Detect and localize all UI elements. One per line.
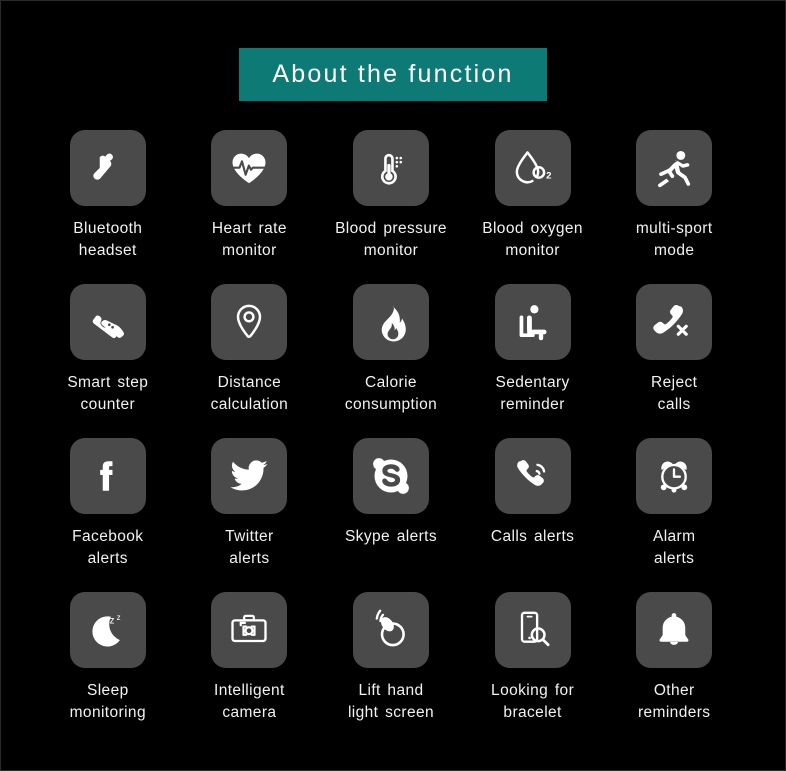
- feature-label: Other reminders: [637, 682, 711, 721]
- thermometer-icon[interactable]: [352, 130, 429, 206]
- facebook-icon[interactable]: [69, 438, 146, 514]
- feature-item[interactable]: Calls alerts: [462, 438, 604, 592]
- feature-item[interactable]: Heart rate monitor: [179, 130, 321, 284]
- feature-item[interactable]: Facebook alerts: [37, 438, 179, 592]
- feature-label: Skype alerts: [344, 528, 438, 545]
- bluetooth-headset-icon[interactable]: [69, 130, 146, 206]
- skype-icon[interactable]: [352, 438, 429, 514]
- feature-label: Calorie consumption: [344, 374, 438, 413]
- feature-item[interactable]: Alarm alerts: [603, 438, 745, 592]
- feature-item[interactable]: Looking for bracelet: [462, 592, 604, 746]
- feature-item[interactable]: Smart step counter: [37, 284, 179, 438]
- feature-label: Heart rate monitor: [211, 220, 287, 259]
- feature-label: multi-sport mode: [635, 220, 713, 259]
- svg-text:z: z: [109, 616, 114, 627]
- feature-label: Twitter alerts: [225, 528, 274, 567]
- title-banner-container: About the function: [1, 1, 785, 101]
- feature-label: Smart step counter: [67, 374, 149, 413]
- feature-grid: Bluetooth headset Heart rate monitor Blo…: [1, 130, 785, 746]
- map-pin-icon[interactable]: [211, 284, 288, 360]
- feature-label: Distance calculation: [210, 374, 289, 413]
- lift-hand-watch-icon[interactable]: [352, 592, 429, 668]
- feature-label: Sleep monitoring: [69, 682, 146, 721]
- phone-reject-icon[interactable]: [636, 284, 713, 360]
- shoe-icon[interactable]: [69, 284, 146, 360]
- phone-search-icon[interactable]: [494, 592, 571, 668]
- feature-label: Blood oxygen monitor: [482, 220, 583, 259]
- flame-icon[interactable]: [352, 284, 429, 360]
- sitting-person-icon[interactable]: [494, 284, 571, 360]
- feature-label: Calls alerts: [490, 528, 575, 545]
- feature-label: Reject calls: [651, 374, 698, 413]
- feature-item[interactable]: Intelligent camera: [179, 592, 321, 746]
- feature-item[interactable]: multi-sport mode: [603, 130, 745, 284]
- feature-item[interactable]: Other reminders: [603, 592, 745, 746]
- feature-item[interactable]: Bluetooth headset: [37, 130, 179, 284]
- feature-list-page: About the function Bluetooth headset Hea…: [0, 0, 786, 771]
- moon-sleep-icon[interactable]: z z: [69, 592, 146, 668]
- feature-label: Blood pressure monitor: [335, 220, 447, 259]
- bell-icon[interactable]: [636, 592, 713, 668]
- feature-label: Intelligent camera: [214, 682, 285, 721]
- feature-label: Lift hand light screen: [347, 682, 435, 721]
- feature-label: Looking for bracelet: [491, 682, 575, 721]
- feature-item[interactable]: Skype alerts: [320, 438, 462, 592]
- svg-text:z: z: [116, 613, 120, 622]
- feature-item[interactable]: Distance calculation: [179, 284, 321, 438]
- feature-item[interactable]: z z Sleep monitoring: [37, 592, 179, 746]
- feature-item[interactable]: Twitter alerts: [179, 438, 321, 592]
- page-title: About the function: [272, 60, 514, 88]
- feature-label: Facebook alerts: [72, 528, 144, 567]
- feature-label: Sedentary reminder: [495, 374, 570, 413]
- twitter-bird-icon[interactable]: [211, 438, 288, 514]
- feature-label: Alarm alerts: [652, 528, 696, 567]
- feature-item[interactable]: 2 Blood oxygen monitor: [462, 130, 604, 284]
- feature-item[interactable]: Sedentary reminder: [462, 284, 604, 438]
- feature-item[interactable]: Blood pressure monitor: [320, 130, 462, 284]
- phone-ringing-icon[interactable]: [494, 438, 571, 514]
- running-person-icon[interactable]: [636, 130, 713, 206]
- svg-text:2: 2: [546, 171, 551, 182]
- feature-item[interactable]: Calorie consumption: [320, 284, 462, 438]
- feature-label: Bluetooth headset: [73, 220, 143, 259]
- feature-item[interactable]: Reject calls: [603, 284, 745, 438]
- alarm-clock-icon[interactable]: [636, 438, 713, 514]
- feature-item[interactable]: Lift hand light screen: [320, 592, 462, 746]
- blood-oxygen-droplet-icon[interactable]: 2: [494, 130, 571, 206]
- heart-rate-icon[interactable]: [211, 130, 288, 206]
- camera-icon[interactable]: [211, 592, 288, 668]
- title-banner: About the function: [239, 48, 547, 101]
